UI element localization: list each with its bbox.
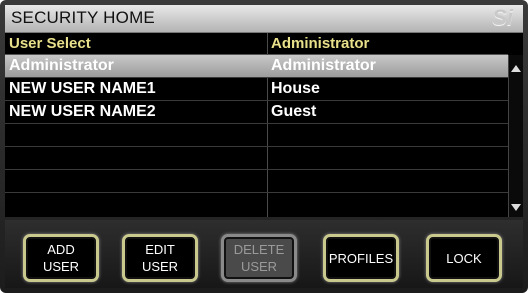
user-name-cell: Administrator xyxy=(9,57,114,74)
table-row[interactable]: NEW USER NAME1 House xyxy=(5,78,508,101)
si-logo: Si xyxy=(492,5,513,30)
profile-cell: Administrator xyxy=(271,57,376,74)
table-row[interactable] xyxy=(5,124,508,147)
lock-button[interactable]: LOCK xyxy=(426,234,502,282)
profile-cell: House xyxy=(271,80,320,97)
table-row[interactable]: NEW USER NAME2 Guest xyxy=(5,101,508,124)
lock-label: LOCK xyxy=(446,250,482,266)
profiles-label: PROFILES xyxy=(328,250,394,266)
delete-user-button[interactable]: DELETE USER xyxy=(221,234,297,282)
profile-cell: Guest xyxy=(271,103,317,120)
page-title: SECURITY HOME xyxy=(11,8,155,27)
delete-user-label-line2: USER xyxy=(240,259,278,274)
edit-user-label-line1: EDIT xyxy=(145,242,175,257)
edit-user-button[interactable]: EDIT USER xyxy=(122,234,198,282)
table-row[interactable] xyxy=(5,170,508,193)
user-list: Administrator Administrator NEW USER NAM… xyxy=(5,55,508,217)
scrollbar[interactable] xyxy=(508,55,523,217)
security-home-screen: SECURITY HOME Si User Select Administrat… xyxy=(5,5,523,217)
column-header-profile: Administrator xyxy=(271,35,370,52)
table-row[interactable]: Administrator Administrator xyxy=(5,55,508,78)
column-header-user-select: User Select xyxy=(9,35,91,52)
scroll-down-icon[interactable] xyxy=(511,204,521,211)
title-bar: SECURITY HOME Si xyxy=(5,5,523,33)
add-user-label-line2: USER xyxy=(42,259,80,274)
add-user-label-line1: ADD xyxy=(47,242,75,257)
delete-user-label-line1: DELETE xyxy=(233,242,285,257)
user-name-cell: NEW USER NAME1 xyxy=(9,80,156,97)
profiles-button[interactable]: PROFILES xyxy=(323,234,399,282)
table-row[interactable] xyxy=(5,193,508,215)
add-user-button[interactable]: ADD USER xyxy=(23,234,99,282)
table-row[interactable] xyxy=(5,147,508,170)
scroll-up-icon[interactable] xyxy=(511,65,521,72)
edit-user-label-line2: USER xyxy=(141,259,179,274)
user-name-cell: NEW USER NAME2 xyxy=(9,103,156,120)
button-bar: ADD USER EDIT USER DELETE USER PROFILES … xyxy=(5,220,523,288)
